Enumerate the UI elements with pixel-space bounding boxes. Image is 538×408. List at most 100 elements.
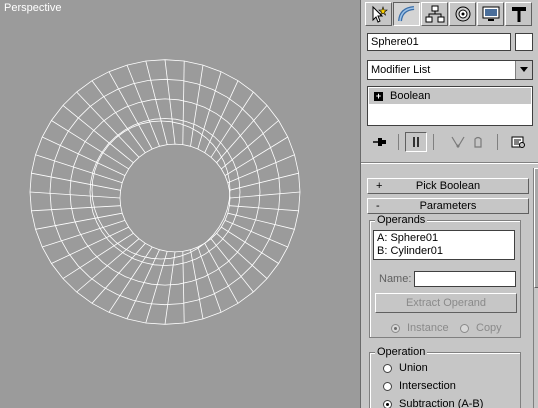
wire-spoke: [190, 249, 204, 319]
scrollbar-thumb[interactable]: [534, 168, 538, 288]
display-tab[interactable]: [477, 2, 504, 26]
wire-spoke: [145, 60, 168, 145]
wire-spoke: [197, 246, 222, 313]
wire-spoke: [229, 172, 299, 191]
modify-bend-icon: [397, 6, 414, 22]
motion-icon: [455, 6, 470, 22]
stack-item-label: Boolean: [390, 90, 431, 102]
wire-spoke: [145, 251, 168, 324]
radio-indicator: [460, 323, 469, 333]
operand-b[interactable]: B: Cylinder01: [377, 245, 511, 258]
app-window: Perspective Sphere01 Modifier List + Boo…: [0, 0, 538, 408]
wire-spoke: [31, 205, 121, 212]
panel-divider: [361, 162, 538, 164]
radio-indicator: [383, 381, 392, 391]
wire-spoke: [227, 154, 295, 184]
modifier-list-dropdown[interactable]: Modifier List: [367, 60, 533, 80]
pin-icon: [373, 138, 386, 146]
wire-spoke: [35, 212, 123, 230]
rollout-title: Parameters: [419, 200, 477, 212]
wire-spoke: [51, 226, 129, 264]
make-unique-button[interactable]: [447, 132, 469, 152]
wire-spoke: [35, 154, 123, 184]
display-monitor-icon: [482, 6, 499, 21]
configure-sets-button[interactable]: [507, 132, 529, 152]
expand-icon[interactable]: +: [374, 91, 383, 101]
intersection-radio[interactable]: Intersection: [383, 380, 456, 392]
torus-wireframe: [29, 59, 301, 325]
make-unique-icon: [451, 136, 465, 149]
wire-spoke: [91, 243, 146, 304]
radio-label: Subtraction (A-B): [399, 398, 484, 408]
radio-indicator: [383, 399, 392, 408]
operands-list[interactable]: A: Sphere01 B: Cylinder01: [373, 230, 515, 260]
modify-tab[interactable]: [393, 2, 420, 26]
chevron-down-icon[interactable]: [515, 61, 532, 79]
wire-ring: [69, 98, 261, 286]
wire-spoke: [29, 191, 121, 199]
operand-name-field[interactable]: [414, 271, 516, 287]
wire-spoke: [42, 136, 126, 176]
remove-modifier-button[interactable]: [467, 132, 489, 152]
group-title: Operation: [375, 346, 428, 358]
utilities-tab[interactable]: [505, 2, 532, 26]
trash-icon: [474, 136, 482, 148]
modifier-list-label: Modifier List: [371, 64, 431, 76]
viewport-label[interactable]: Perspective: [4, 2, 61, 14]
wire-spoke: [76, 238, 140, 293]
wire-spoke: [62, 232, 134, 279]
end-result-icon: [413, 137, 419, 147]
stack-item-boolean[interactable]: + Boolean: [369, 88, 531, 104]
radio-label: Instance: [407, 322, 449, 334]
wire-ring: [29, 59, 301, 325]
perspective-viewport[interactable]: Perspective: [0, 0, 360, 408]
parameters-rollout-header[interactable]: - Parameters: [367, 198, 529, 214]
rollout-title: Pick Boolean: [415, 180, 481, 192]
create-tab[interactable]: [365, 2, 392, 26]
wire-spoke: [164, 251, 176, 325]
wire-hole-ring: [91, 120, 231, 260]
stack-toolbar: [367, 132, 533, 154]
instance-radio[interactable]: Instance: [391, 322, 449, 334]
radio-label: Copy: [476, 322, 502, 334]
radio-label: Union: [399, 362, 428, 374]
object-name-field[interactable]: Sphere01: [367, 33, 511, 51]
rollout-toggle: +: [376, 180, 383, 192]
wire-spoke: [229, 205, 299, 212]
modifier-stack: + Boolean: [367, 86, 533, 126]
hierarchy-icon: [425, 5, 444, 23]
wire-ring: [49, 78, 281, 306]
wire-ring: [89, 118, 241, 266]
wire-spoke: [31, 172, 121, 191]
wire-spoke: [227, 212, 295, 230]
extract-operand-button[interactable]: Extract Operand: [375, 293, 517, 313]
configure-sets-icon: [511, 136, 525, 148]
object-color-swatch[interactable]: [515, 33, 533, 51]
cursor-star-icon: [372, 5, 388, 23]
copy-radio[interactable]: Copy: [460, 322, 502, 334]
union-radio[interactable]: Union: [383, 362, 428, 374]
rollout-toggle: -: [376, 200, 380, 212]
subtraction-radio[interactable]: Subtraction (A-B): [383, 398, 483, 408]
operand-a[interactable]: A: Sphere01: [377, 232, 511, 245]
wire-ring: [119, 143, 231, 253]
radio-indicator: [383, 363, 392, 373]
command-panel-tabs: [365, 2, 535, 28]
wire-spoke: [182, 251, 185, 324]
radio-indicator: [391, 323, 400, 333]
show-end-result-button[interactable]: [405, 132, 427, 152]
wire-spoke: [164, 59, 176, 145]
wire-spoke: [182, 60, 185, 145]
radio-label: Intersection: [399, 380, 456, 392]
wire-spoke: [229, 191, 301, 199]
operand-name-label: Name:: [379, 273, 412, 285]
pin-stack-button[interactable]: [369, 132, 391, 152]
group-title: Operands: [375, 214, 428, 226]
command-panel: Sphere01 Modifier List + Boolean + Pick …: [360, 0, 538, 408]
pick-boolean-rollout-header[interactable]: + Pick Boolean: [367, 178, 529, 194]
motion-tab[interactable]: [449, 2, 476, 26]
hierarchy-tab[interactable]: [421, 2, 448, 26]
wire-spoke: [224, 220, 288, 248]
wire-spoke: [197, 71, 222, 150]
panel-scrollbar[interactable]: [533, 168, 538, 408]
